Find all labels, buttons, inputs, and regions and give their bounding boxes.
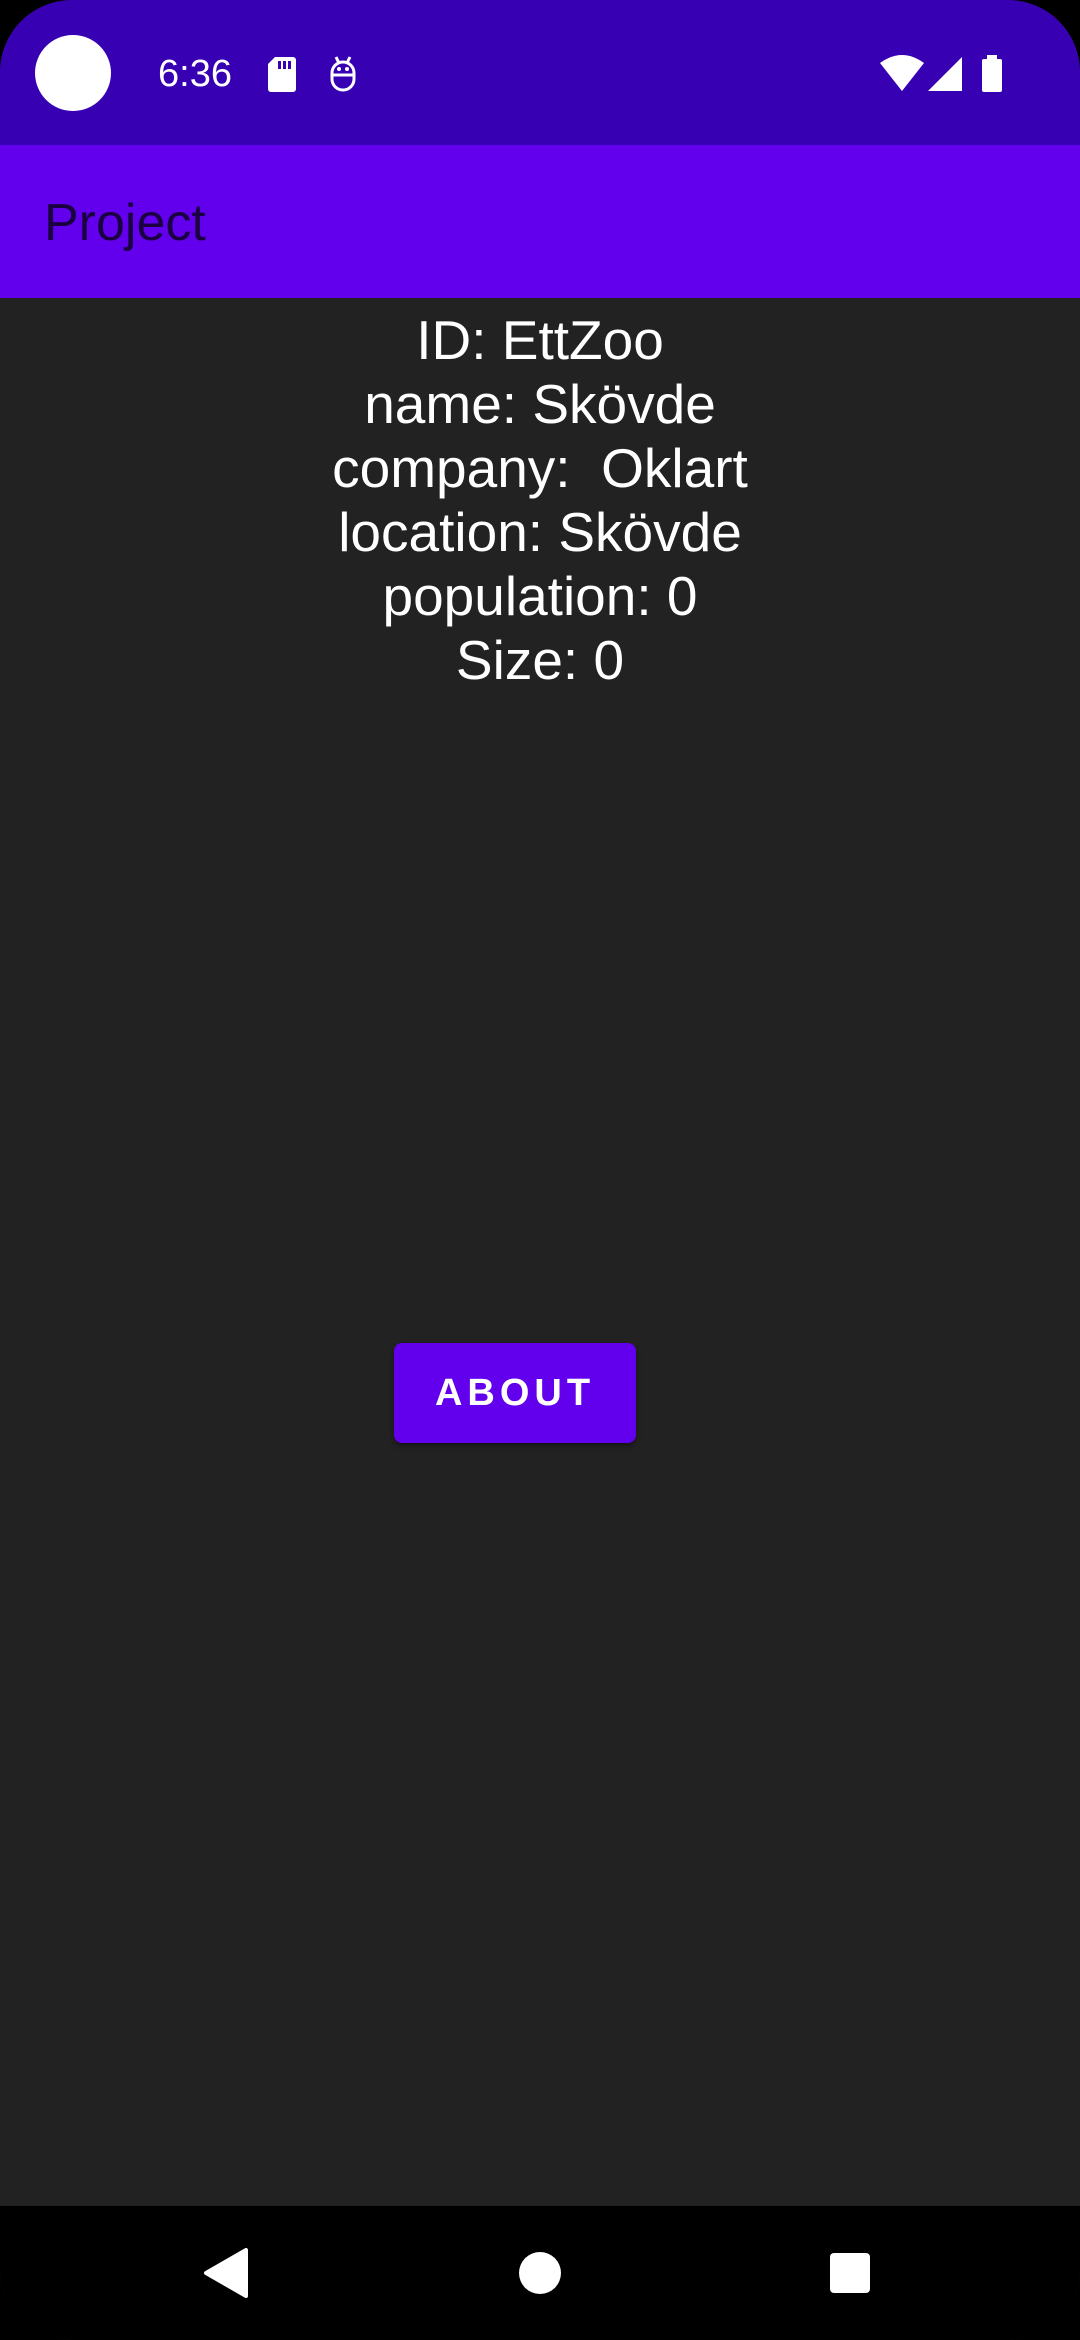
back-button[interactable]: [146, 2206, 306, 2340]
app-title: Project: [44, 194, 206, 252]
back-icon: [204, 2248, 248, 2298]
detail-id: ID: EttZoo: [416, 309, 664, 371]
android-debug-icon: [330, 56, 356, 92]
about-button[interactable]: ABOUT: [394, 1343, 636, 1443]
home-icon: [519, 2252, 561, 2294]
sd-card-icon: [268, 57, 296, 92]
recents-icon: [830, 2253, 870, 2293]
app-bar: Project: [0, 145, 1080, 298]
screen: 6:36 Project ID: EttZoo name: Skövde com…: [0, 0, 1080, 2340]
detail-name: name: Skövde: [364, 373, 716, 435]
wifi-icon: [880, 55, 924, 91]
cellular-signal-icon: [928, 57, 962, 91]
details-text: ID: EttZoo name: Skövde company: Oklart …: [0, 308, 1080, 692]
status-bar: 6:36: [0, 0, 1080, 145]
status-time: 6:36: [158, 53, 232, 95]
home-button[interactable]: [460, 2206, 620, 2340]
navigation-bar: [0, 2206, 1080, 2340]
detail-population: population: 0: [382, 565, 698, 627]
detail-location: location: Skövde: [338, 501, 742, 563]
detail-company: company: Oklart: [332, 437, 748, 499]
camera-cutout: [35, 35, 111, 111]
battery-icon: [982, 55, 1002, 92]
recents-button[interactable]: [770, 2206, 930, 2340]
detail-size: Size: 0: [455, 629, 625, 691]
